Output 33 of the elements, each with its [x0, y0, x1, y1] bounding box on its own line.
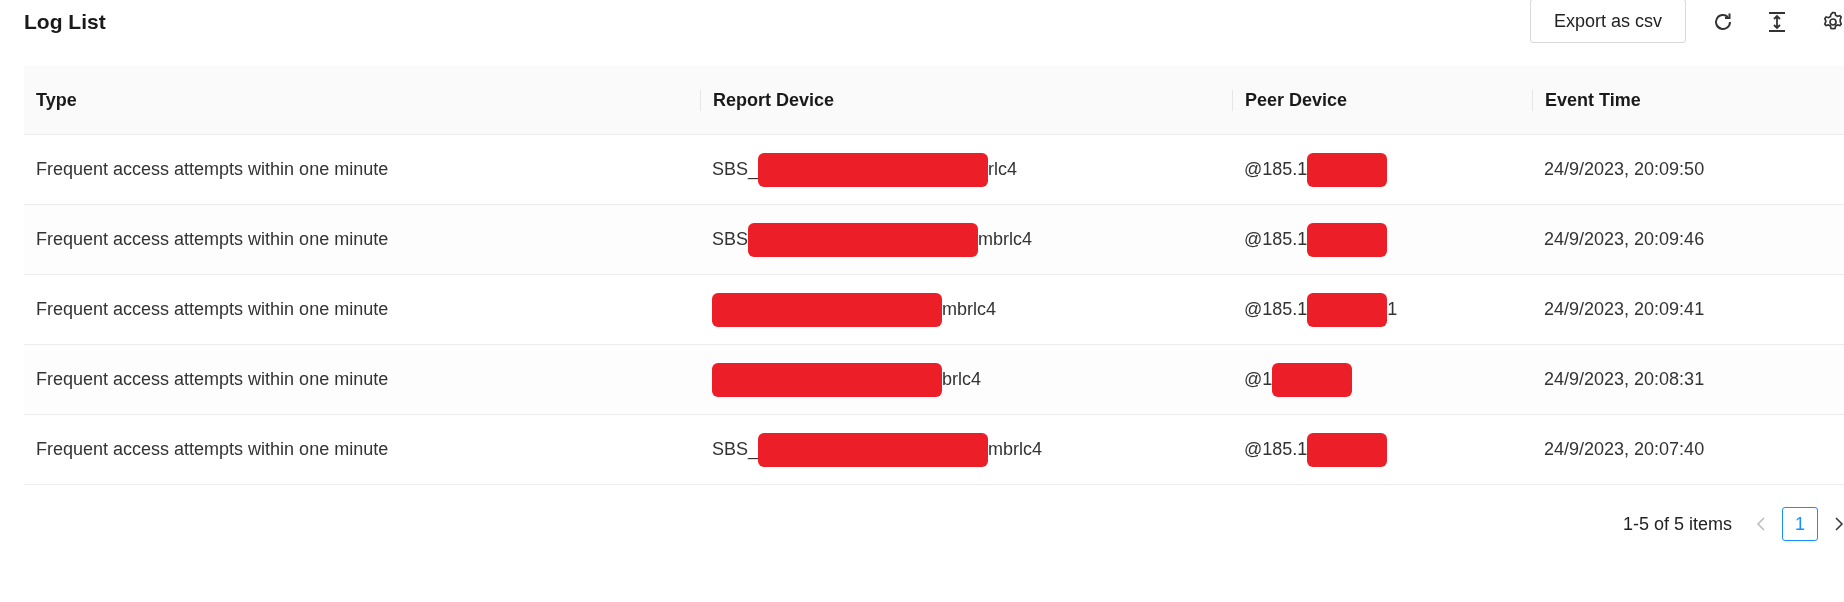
- cell-text: SBS: [712, 229, 749, 250]
- column-header: Report Device: [700, 89, 1232, 111]
- cell-text: @185.1: [1244, 229, 1308, 250]
- cell-text: SBS_: [712, 159, 759, 180]
- cell-text: mbrlc4: [978, 229, 1033, 250]
- cell-text: SBS_: [712, 439, 759, 460]
- cell-text: brlc4: [942, 369, 981, 390]
- table-cell-text: Frequent access attempts within one minute: [35, 439, 390, 460]
- table-cell-text: Frequent access attempts within one minute: [35, 299, 390, 320]
- cell-text: 1: [1387, 299, 1398, 320]
- table-cell-text: Frequent access attempts within one minute: [35, 229, 390, 250]
- cell-text: rlc4: [988, 159, 1018, 180]
- cell-text: @1: [1244, 369, 1273, 390]
- page-title: Log List: [24, 10, 106, 34]
- cell-text: mbrlc4: [988, 439, 1043, 460]
- reload-icon[interactable]: [1712, 11, 1734, 33]
- cell-text: @185.1: [1244, 439, 1308, 460]
- table-cell-text: Frequent access attempts within one minute: [35, 369, 390, 390]
- cell-text: mbrlc4: [942, 299, 996, 320]
- table-cell-text: 24/9/2023, 20:08:31: [1543, 369, 1706, 390]
- column-header: Peer Device: [1232, 89, 1532, 111]
- pagination-summary: 1-5 of 5 items: [1622, 513, 1732, 535]
- table-cell-text: 24/9/2023, 20:07:40: [1543, 439, 1706, 460]
- next-page-icon[interactable]: [1834, 516, 1844, 532]
- table-cell-text: 24/9/2023, 20:09:50: [1543, 159, 1706, 180]
- export-button[interactable]: Export as csv: [1529, 0, 1686, 43]
- cell-text: @185.1: [1244, 159, 1308, 180]
- table-cell-text: 24/9/2023, 20:09:41: [1543, 299, 1706, 320]
- table-cell-text: Frequent access attempts within one minute: [35, 159, 390, 180]
- cell-text: @185.1: [1244, 299, 1308, 320]
- table-cell-text: 24/9/2023, 20:09:46: [1543, 229, 1706, 250]
- column-header: Type: [35, 89, 78, 111]
- column-header: Event Time: [1532, 89, 1844, 111]
